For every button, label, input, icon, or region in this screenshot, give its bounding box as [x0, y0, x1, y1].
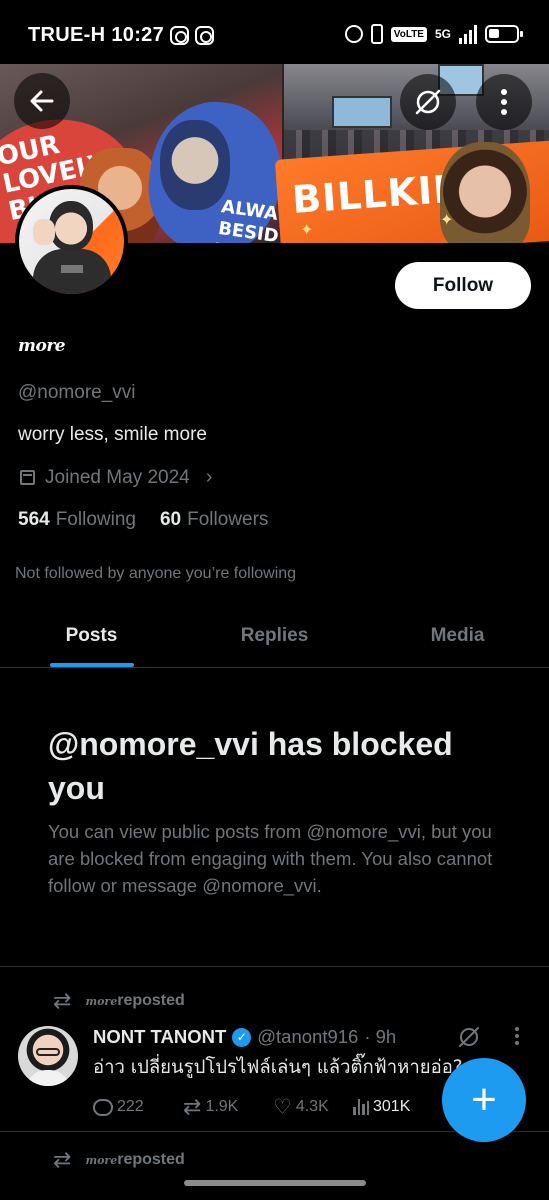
- sign-text-middle: ALWA BESID YOU: [214, 196, 280, 243]
- more-options-button[interactable]: [476, 74, 532, 130]
- grok-icon: [415, 89, 441, 115]
- carrier-label: TRUE-H: [28, 24, 106, 46]
- signal-icon: [459, 24, 477, 44]
- reply-count: 222: [117, 1098, 144, 1115]
- avatar-shirt-logo: [61, 265, 83, 273]
- avatar-glasses: [36, 1048, 60, 1056]
- volte-icon: VoLTE: [390, 26, 427, 42]
- chevron-right-icon: ›: [205, 466, 213, 488]
- post-more-button[interactable]: [512, 1026, 522, 1046]
- instagram-icon: [195, 26, 215, 45]
- followers-label: Followers: [187, 509, 269, 530]
- post-author-name[interactable]: NONT TANONT: [93, 1026, 226, 1048]
- heart-icon: ♡: [273, 1095, 292, 1119]
- like-button[interactable]: ♡ 4.3K: [273, 1095, 353, 1120]
- status-right: VoLTE 5G: [344, 24, 523, 44]
- repost-by-name: more: [85, 1154, 118, 1167]
- verified-badge-icon: ✓: [232, 1027, 252, 1047]
- vertical-ellipsis-icon: [515, 1027, 519, 1045]
- avatar-image: [19, 189, 124, 294]
- reply-icon: [93, 1098, 113, 1116]
- post-author-handle[interactable]: @tanont916: [257, 1026, 358, 1048]
- following-link[interactable]: 564 Following: [18, 509, 136, 531]
- repost-label: reposted: [117, 992, 185, 1009]
- alarm-icon: [344, 25, 363, 43]
- profile-handle: @nomore_vvi: [18, 382, 136, 403]
- avatar-figure-head: [49, 201, 93, 251]
- following-label: Following: [55, 509, 136, 530]
- battery-icon: [485, 25, 523, 43]
- sparkle-icon: ✦: [440, 212, 454, 229]
- sparkle-icon: ✦: [300, 222, 314, 239]
- status-left: TRUE-H 10:27: [28, 24, 215, 47]
- following-count: 564: [18, 509, 50, 530]
- repost-label: reposted: [117, 1151, 185, 1168]
- views-button[interactable]: 301K: [353, 1098, 433, 1116]
- home-indicator[interactable]: [184, 1180, 366, 1186]
- profile-tabs: Posts Replies Media: [0, 606, 549, 668]
- blocked-description: You can view public posts from @nomore_v…: [48, 821, 493, 896]
- sign-photo-middle: [160, 120, 230, 210]
- repost-icon: ⇄: [53, 988, 72, 1013]
- blocked-title: @nomore_vvi has blocked you: [48, 726, 453, 806]
- repost-button[interactable]: ⇄ 1.9K: [183, 1094, 273, 1120]
- views-icon: [353, 1099, 369, 1115]
- follow-counts: 564 Following 60 Followers: [18, 509, 268, 531]
- arrow-left-icon: [30, 90, 54, 112]
- profile-avatar[interactable]: [15, 185, 128, 298]
- post-text[interactable]: อ่าว เปลี่ยนรูปโปรไฟล์เล่นๆ แล้วติ๊กฟ้าห…: [93, 1053, 463, 1082]
- tab-replies[interactable]: Replies: [183, 606, 366, 666]
- joined-label: Joined May 2024: [45, 466, 190, 488]
- joined-date[interactable]: Joined May 2024 ›: [20, 466, 212, 489]
- grok-icon: [459, 1027, 479, 1047]
- post-time: · 9h: [364, 1026, 397, 1047]
- repost-icon: ⇄: [183, 1094, 202, 1119]
- profile-bio: worry less, smile more: [18, 424, 207, 445]
- repost-by-name: more: [85, 995, 118, 1008]
- post-actions: 222 ⇄ 1.9K ♡ 4.3K 301K: [93, 1094, 433, 1120]
- grok-button[interactable]: [400, 74, 456, 130]
- views-count: 301K: [373, 1098, 411, 1115]
- network-type: 5G: [434, 27, 451, 41]
- calendar-icon: [20, 470, 35, 485]
- compose-button[interactable]: +: [442, 1058, 526, 1142]
- post-author-avatar[interactable]: [18, 1026, 78, 1086]
- display-name: more: [18, 336, 66, 356]
- follow-button[interactable]: Follow: [395, 262, 531, 309]
- status-bar: TRUE-H 10:27 VoLTE 5G: [0, 0, 549, 64]
- vertical-ellipsis-icon: [501, 89, 507, 115]
- instagram-icon: [170, 26, 190, 45]
- sign-photo-right: [440, 142, 530, 243]
- status-time: 10:27: [111, 24, 165, 46]
- post-grok-button[interactable]: [456, 1024, 482, 1055]
- vibrate-icon: [370, 24, 383, 44]
- followers-count: 60: [159, 509, 182, 530]
- divider: [0, 966, 549, 967]
- post-header: NONT TANONT ✓ @tanont916 · 9h: [93, 1026, 396, 1048]
- repost-context: ⇄ morereposted: [53, 988, 185, 1014]
- like-count: 4.3K: [295, 1098, 329, 1115]
- back-button[interactable]: [14, 73, 70, 129]
- plus-icon: +: [471, 1075, 497, 1124]
- tab-media[interactable]: Media: [366, 606, 549, 666]
- avatar-shirt: [26, 1070, 70, 1086]
- not-followed-notice: Not followed by anyone you’re following: [15, 565, 297, 582]
- repost-icon: ⇄: [53, 1147, 72, 1172]
- repost-count: 1.9K: [205, 1098, 239, 1115]
- venue-screen: [332, 96, 392, 128]
- reply-button[interactable]: 222: [93, 1098, 183, 1116]
- avatar-figure-hand: [33, 219, 55, 245]
- repost-context: ⇄ morereposted: [53, 1147, 185, 1173]
- followers-link[interactable]: 60 Followers: [160, 509, 268, 531]
- tab-posts[interactable]: Posts: [0, 606, 183, 667]
